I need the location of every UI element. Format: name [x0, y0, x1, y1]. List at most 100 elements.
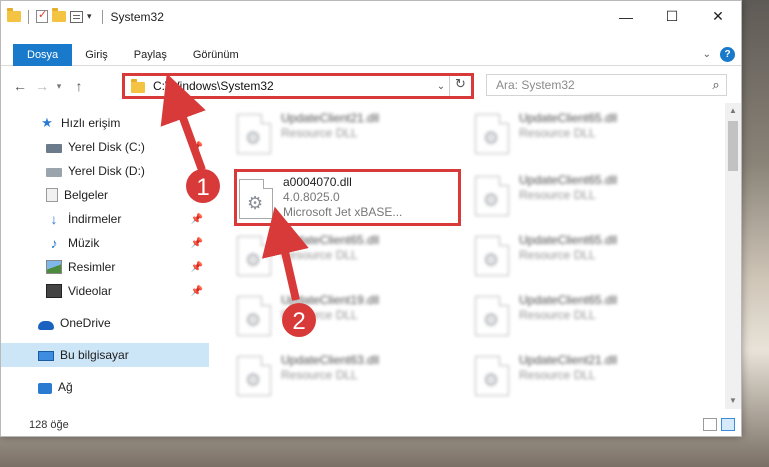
search-input[interactable]: Ara: System32 [496, 78, 706, 92]
sidebar-item-pictures[interactable]: Resimler 📌 [1, 255, 209, 279]
gear-icon: ⚙ [245, 250, 262, 270]
dll-file-icon: ⚙ [237, 356, 271, 396]
scrollbar-thumb[interactable] [728, 121, 738, 171]
sidebar-item-downloads[interactable]: ↓ İndirmeler 📌 [1, 207, 209, 231]
tab-view[interactable]: Görünüm [180, 44, 252, 66]
navigation-pane: ★ Hızlı erişim Yerel Disk (C:) 📌 Yerel D… [1, 109, 211, 409]
downloads-icon: ↓ [50, 211, 58, 227]
dll-file-icon: ⚙ [239, 179, 273, 219]
vertical-scrollbar[interactable]: ▲ ▼ [725, 103, 741, 409]
dll-file-icon: ⚙ [237, 236, 271, 276]
file-type: Resource DLL [519, 248, 596, 262]
help-icon[interactable]: ? [720, 47, 735, 62]
file-item[interactable]: ⚙ UpdateClient21.dll Resource DLL [237, 111, 467, 159]
tab-file[interactable]: Dosya [13, 43, 73, 66]
sidebar-item-label: Bu bilgisayar [60, 348, 129, 362]
file-type: Resource DLL [281, 126, 358, 140]
network-icon [38, 382, 52, 394]
sidebar-item-quick-access[interactable]: ★ Hızlı erişim [1, 111, 209, 135]
close-button[interactable]: ✕ [695, 1, 741, 32]
sidebar-item-label: Müzik [68, 236, 100, 250]
forward-arrow-icon[interactable]: → [31, 78, 53, 94]
file-item-a0004070[interactable]: ⚙ a0004070.dll 4.0.8025.0 Microsoft Jet … [234, 169, 461, 226]
up-arrow-icon[interactable]: ↑ [68, 78, 90, 94]
file-name: UpdateClient65.dll [519, 173, 618, 187]
dll-file-icon: ⚙ [475, 114, 509, 154]
customize-toolbar-dropdown-icon[interactable]: ▾ [87, 11, 92, 22]
search-icon[interactable]: ⌕ [706, 77, 726, 93]
file-type: Resource DLL [281, 308, 358, 322]
sidebar-item-label: Resimler [68, 260, 116, 274]
address-dropdown-icon[interactable]: ⌄ [433, 81, 449, 92]
file-item[interactable]: ⚙ UpdateClient63.dll Resource DLL [237, 353, 467, 401]
file-item[interactable]: ⚙ UpdateClient19.dll Resource DLL [237, 293, 467, 341]
new-folder-icon[interactable] [52, 8, 66, 22]
file-name: UpdateClient21.dll [519, 353, 618, 367]
sidebar-item-label: İndirmeler [68, 212, 122, 226]
address-path[interactable]: C:\Windows\System32 [153, 79, 433, 93]
file-description: Microsoft Jet xBASE... [283, 205, 403, 219]
tiles-view-icon[interactable] [721, 418, 735, 431]
file-item[interactable]: ⚙ UpdateClient65.dll Resource DLL [475, 173, 705, 221]
pictures-icon [46, 260, 62, 274]
details-view-icon[interactable] [703, 418, 717, 431]
dll-file-icon: ⚙ [475, 176, 509, 216]
window-controls: — ☐ ✕ [603, 1, 741, 32]
refresh-icon[interactable]: ↻ [449, 76, 471, 96]
music-icon: ♪ [50, 235, 58, 251]
properties-icon[interactable] [70, 10, 83, 23]
file-item[interactable]: ⚙ UpdateClient65.dll Resource DLL [475, 111, 705, 159]
drive-icon [46, 168, 62, 177]
gear-icon: ⚙ [483, 310, 500, 330]
sidebar-item-music[interactable]: ♪ Müzik 📌 [1, 231, 209, 255]
pin-icon: 📌 [190, 141, 203, 153]
minimize-button[interactable]: — [603, 1, 649, 32]
tab-home[interactable]: Giriş [72, 44, 121, 66]
expand-ribbon-icon[interactable]: ⌄ [703, 49, 711, 60]
file-name: UpdateClient63.dll [281, 353, 380, 367]
tab-share[interactable]: Paylaş [121, 44, 180, 66]
sidebar-item-onedrive[interactable]: OneDrive [1, 311, 209, 335]
this-pc-icon [38, 350, 54, 361]
back-arrow-icon[interactable]: ← [9, 78, 31, 94]
documents-icon [46, 188, 58, 202]
sidebar-item-label: Videolar [68, 284, 112, 298]
videos-icon [46, 284, 62, 298]
file-item[interactable]: ⚙ UpdateClient65.dll Resource DLL [237, 233, 467, 281]
scroll-down-icon[interactable]: ▼ [725, 393, 741, 409]
explorer-window: ▾ System32 — ☐ ✕ Dosya Giriş Paylaş Görü… [0, 0, 742, 437]
gear-icon: ⚙ [245, 310, 262, 330]
file-type: Resource DLL [281, 248, 358, 262]
sidebar-item-label: OneDrive [60, 316, 111, 330]
file-item[interactable]: ⚙ UpdateClient21.dll Resource DLL [475, 353, 705, 401]
sidebar-item-label: Ağ [58, 380, 73, 394]
maximize-button[interactable]: ☐ [649, 1, 695, 32]
file-item[interactable]: ⚙ UpdateClient65.dll Resource DLL [475, 233, 705, 281]
sidebar-item-network[interactable]: Ağ [1, 375, 209, 399]
file-type: Resource DLL [519, 126, 596, 140]
gear-icon: ⚙ [245, 370, 262, 390]
dll-file-icon: ⚙ [475, 296, 509, 336]
sidebar-item-videos[interactable]: Videolar 📌 [1, 279, 209, 303]
file-item[interactable]: ⚙ UpdateClient65.dll Resource DLL [475, 293, 705, 341]
sidebar-item-documents[interactable]: Belgeler [1, 183, 209, 207]
folder-icon [7, 8, 21, 22]
dll-file-icon: ⚙ [475, 236, 509, 276]
file-name: UpdateClient65.dll [281, 233, 380, 247]
properties-check-icon[interactable] [36, 8, 48, 23]
scroll-up-icon[interactable]: ▲ [725, 103, 741, 119]
search-box[interactable]: Ara: System32 ⌕ [486, 74, 727, 96]
sidebar-item-drive-c[interactable]: Yerel Disk (C:) 📌 [1, 135, 209, 159]
file-list: ⚙ UpdateClient21.dll Resource DLL ⚙ a0004… [213, 103, 725, 409]
sidebar-item-drive-d[interactable]: Yerel Disk (D:) [1, 159, 209, 183]
gear-icon: ⚙ [483, 190, 500, 210]
pin-icon: 📌 [190, 213, 203, 225]
folder-icon [131, 79, 145, 93]
ribbon-tabs: Dosya Giriş Paylaş Görünüm ⌄ ? [1, 43, 741, 66]
recent-locations-icon[interactable]: ▾ [53, 81, 65, 92]
star-icon: ★ [41, 115, 53, 130]
address-bar[interactable]: C:\Windows\System32 ⌄ ↻ [122, 73, 474, 99]
file-type: Resource DLL [519, 368, 596, 382]
sidebar-item-this-pc[interactable]: Bu bilgisayar [1, 343, 209, 367]
item-count: 128 öğe [29, 419, 69, 431]
